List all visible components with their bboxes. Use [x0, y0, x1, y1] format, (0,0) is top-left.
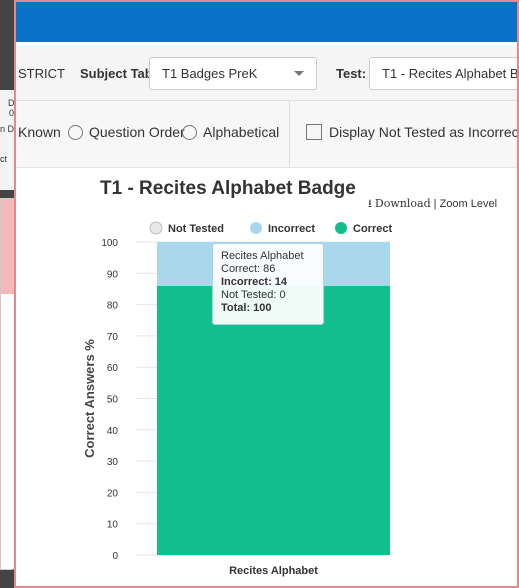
legend-label: Incorrect — [268, 223, 315, 235]
tooltip-total: Total: 100 — [221, 302, 272, 314]
legend-label: Correct — [353, 223, 392, 235]
tooltip-correct: Correct: 86 — [221, 263, 276, 275]
background-text: ct — [0, 154, 8, 164]
y-tick-label: 50 — [107, 395, 119, 406]
y-tick-label: 20 — [107, 488, 119, 499]
tooltip-incorrect: Incorrect: 14 — [221, 276, 288, 288]
chart-tooltip: Recites Alphabet Correct: 86 Incorrect: … — [212, 243, 324, 325]
y-tick-label: 100 — [101, 238, 118, 249]
tooltip-not-tested: Not Tested: 0 — [221, 289, 286, 301]
y-tick-label: 80 — [107, 301, 119, 312]
report-window: STRICT Subject Tab: T1 Badges PreK Test:… — [14, 0, 519, 588]
y-tick-label: 40 — [107, 426, 119, 437]
legend-marker — [250, 222, 262, 234]
legend-label: Not Tested — [168, 223, 224, 235]
background-text: n D — [0, 124, 15, 134]
y-tick-label: 30 — [107, 457, 119, 468]
legend-marker — [335, 222, 347, 234]
y-tick-label: 60 — [107, 363, 119, 374]
bar-correct — [157, 285, 390, 555]
legend-marker — [149, 221, 163, 235]
y-tick-label: 70 — [107, 332, 119, 343]
y-tick-label: 90 — [107, 269, 119, 280]
y-axis-label: Correct Answers % — [82, 339, 97, 458]
tooltip-title: Recites Alphabet — [221, 250, 304, 262]
y-tick-label: 10 — [107, 520, 119, 531]
y-tick-label: 0 — [112, 551, 118, 562]
x-category-label: Recites Alphabet — [229, 565, 318, 577]
